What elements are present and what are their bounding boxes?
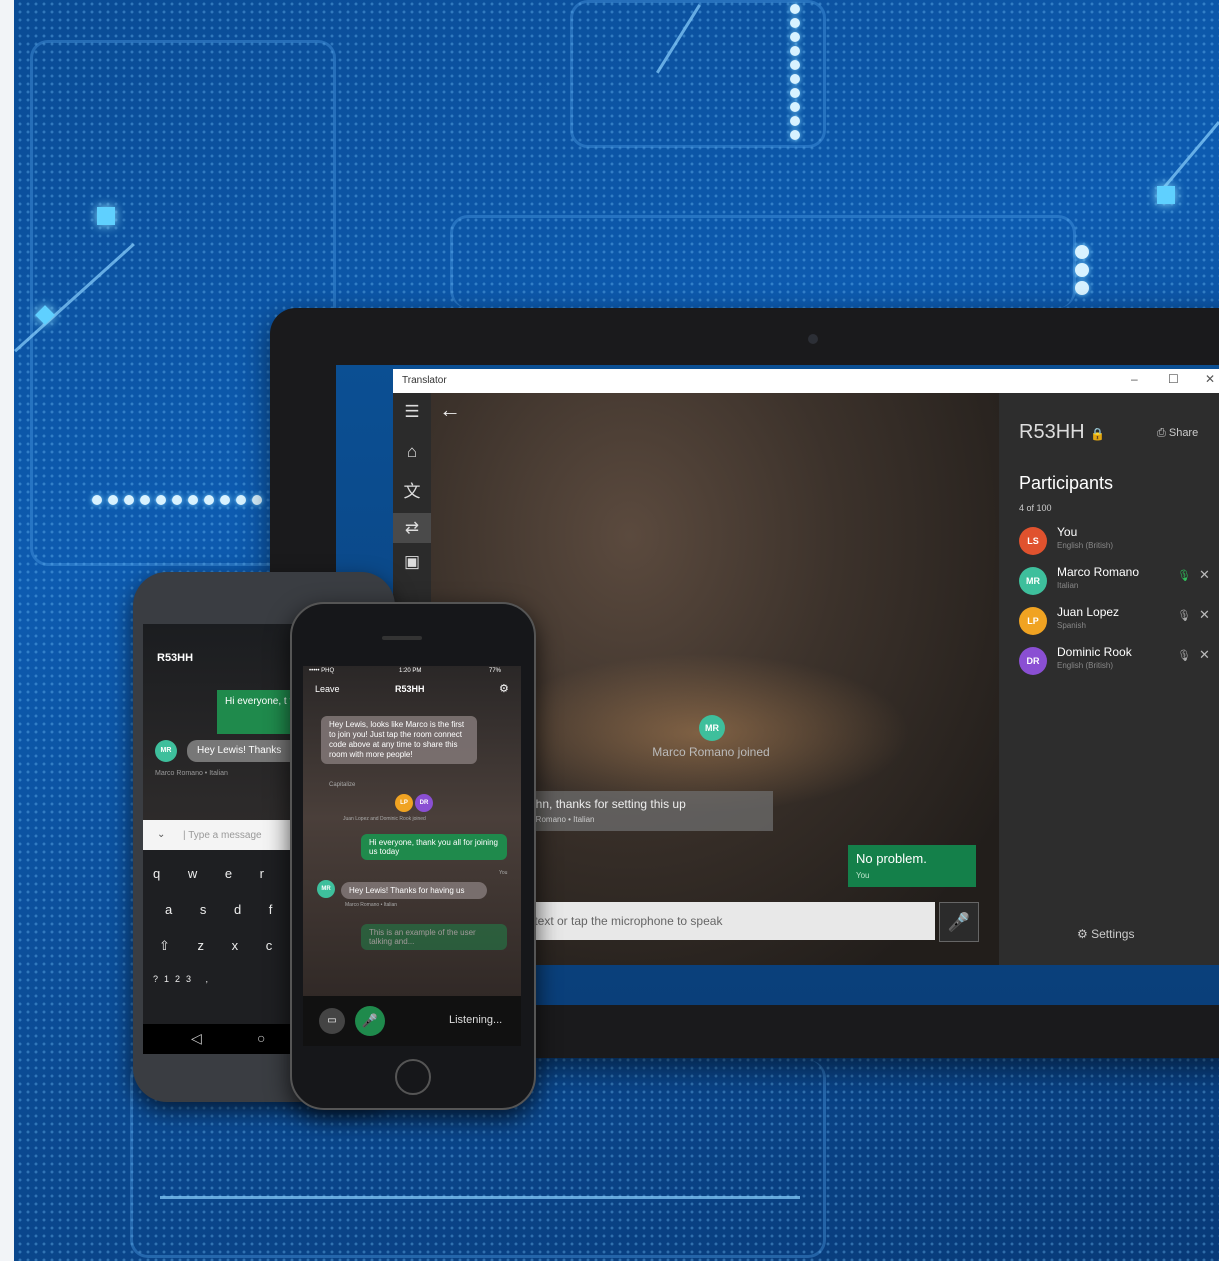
joined-avatar: MR <box>699 715 725 741</box>
iphone-settings-icon[interactable]: ⚙ <box>499 682 509 695</box>
tablet-camera <box>808 334 818 344</box>
circuit-node <box>1157 186 1175 204</box>
room-code: R53HH 🔒 <box>1019 421 1106 443</box>
android-avatar: MR <box>155 740 177 762</box>
participant-name: Dominic Rook <box>1057 645 1132 659</box>
home-circle-icon[interactable]: ○ <box>257 1030 265 1046</box>
incoming-message-bubble: ohn, thanks for setting this up o Romano… <box>521 791 773 831</box>
settings-button[interactable]: ⚙ Settings <box>1077 927 1134 941</box>
microphone-button[interactable]: 🎤 <box>939 902 979 942</box>
iphone-avatar-dr: DR <box>415 794 433 812</box>
page-edge <box>0 0 14 1261</box>
translate-icon[interactable]: 文 <box>393 477 431 507</box>
circuit-frame <box>450 215 1076 308</box>
participant-row: DR Dominic Rook English (British) 🎙 ✕ <box>1019 645 1219 679</box>
participant-language: Italian <box>1057 581 1079 590</box>
iphone-avatar-lp: LP <box>395 794 413 812</box>
maximize-button[interactable]: ☐ <box>1168 372 1179 386</box>
title-bar: Translator – ☐ ✕ <box>393 369 1219 393</box>
remove-participant-icon[interactable]: ✕ <box>1199 607 1210 623</box>
lock-icon: 🔒 <box>1090 427 1106 441</box>
menu-icon[interactable]: ☰ <box>393 397 431 427</box>
circuit-dot-row <box>790 4 800 140</box>
iphone-device: ••••• PHQ 1:20 PM 77% Leave R53HH ⚙ Hey … <box>290 602 536 1110</box>
phrasebook-icon[interactable]: ▣ <box>393 547 431 577</box>
participant-row: MR Marco Romano Italian 🎙 ✕ <box>1019 565 1219 599</box>
joined-notice: Marco Romano joined <box>652 745 770 759</box>
message-input-placeholder: r text or tap the microphone to speak <box>527 914 723 928</box>
iphone-incoming-bubble: Hey Lewis! Thanks for having us <box>341 882 487 899</box>
participants-title: Participants <box>1019 473 1114 493</box>
microphone-icon: 🎤 <box>947 912 971 932</box>
circuit-dot-row <box>92 495 262 505</box>
participant-name: You <box>1057 525 1078 539</box>
iphone-microphone-button[interactable]: 🎤 <box>355 1006 385 1036</box>
circuit-trace <box>160 1196 800 1199</box>
mute-mic-icon[interactable]: 🎙 <box>1177 569 1191 582</box>
iphone-header: ••••• PHQ 1:20 PM 77% Leave R53HH ⚙ <box>309 668 509 695</box>
iphone-avatar-marco: MR <box>317 880 335 898</box>
iphone-listening-bubble: This is an example of the user talking a… <box>361 924 507 950</box>
participant-row: LS You English (British) <box>1019 525 1219 559</box>
incoming-message-text: ohn, thanks for setting this up <box>529 797 686 811</box>
collapse-chevron-icon[interactable]: ⌄ <box>157 829 165 840</box>
back-triangle-icon[interactable]: ◁ <box>191 1030 202 1047</box>
iphone-speaker <box>382 636 422 640</box>
participant-row: LP Juan Lopez Spanish 🎙 ✕ <box>1019 605 1219 639</box>
iphone-input-bar: ▭ 🎤 Listening... <box>303 996 521 1046</box>
mute-mic-icon[interactable]: 🎙 <box>1177 609 1191 622</box>
keyboard-toggle-button[interactable]: ▭ <box>319 1008 345 1034</box>
close-button[interactable]: ✕ <box>1205 372 1215 386</box>
remove-participant-icon[interactable]: ✕ <box>1199 647 1210 663</box>
circuit-node <box>97 207 115 225</box>
circuit-dot-row <box>1075 245 1089 295</box>
participant-language: Spanish <box>1057 621 1086 630</box>
incoming-message-sender: o Romano • Italian <box>529 815 595 824</box>
conversation-icon[interactable]: ⇄ <box>393 513 431 543</box>
mute-mic-icon[interactable]: 🎙 <box>1177 649 1191 662</box>
circuit-frame <box>570 0 826 148</box>
message-input[interactable]: r text or tap the microphone to speak <box>521 902 935 940</box>
participants-sidebar: R53HH 🔒 ⎙ Share Participants 4 of 100 LS… <box>999 393 1219 965</box>
participant-name: Juan Lopez <box>1057 605 1120 619</box>
gear-icon: ⚙ <box>1077 927 1088 941</box>
home-icon[interactable]: ⌂ <box>393 437 431 467</box>
outgoing-message-sender: You <box>856 871 870 880</box>
participant-avatar: MR <box>1019 567 1047 595</box>
leave-button[interactable]: Leave <box>315 684 340 694</box>
iphone-home-button[interactable] <box>395 1059 431 1095</box>
participants-count: 4 of 100 <box>1019 503 1052 513</box>
outgoing-message-bubble: No problem. You <box>848 845 976 887</box>
iphone-intro-bubble: Hey Lewis, looks like Marco is the first… <box>321 716 477 764</box>
remove-participant-icon[interactable]: ✕ <box>1199 567 1210 583</box>
outgoing-message-text: No problem. <box>856 851 927 866</box>
iphone-room-code: R53HH <box>395 684 425 694</box>
window-title: Translator <box>402 375 447 386</box>
android-incoming-sender: Marco Romano • Italian <box>155 770 228 777</box>
participant-language: English (British) <box>1057 541 1114 550</box>
iphone-outgoing-bubble: Hi everyone, thank you all for joining u… <box>361 834 507 860</box>
iphone-screen: ••••• PHQ 1:20 PM 77% Leave R53HH ⚙ Hey … <box>303 666 521 1046</box>
participant-name: Marco Romano <box>1057 565 1140 579</box>
share-button[interactable]: ⎙ Share <box>1157 427 1198 440</box>
listening-status: Listening... <box>449 1014 503 1026</box>
minimize-button[interactable]: – <box>1131 372 1138 386</box>
participant-language: English (British) <box>1057 661 1114 670</box>
participant-avatar: DR <box>1019 647 1047 675</box>
android-room-code: R53HH <box>157 652 194 664</box>
back-arrow-icon[interactable]: ← <box>439 397 461 423</box>
participant-avatar: LP <box>1019 607 1047 635</box>
participant-avatar: LS <box>1019 527 1047 555</box>
